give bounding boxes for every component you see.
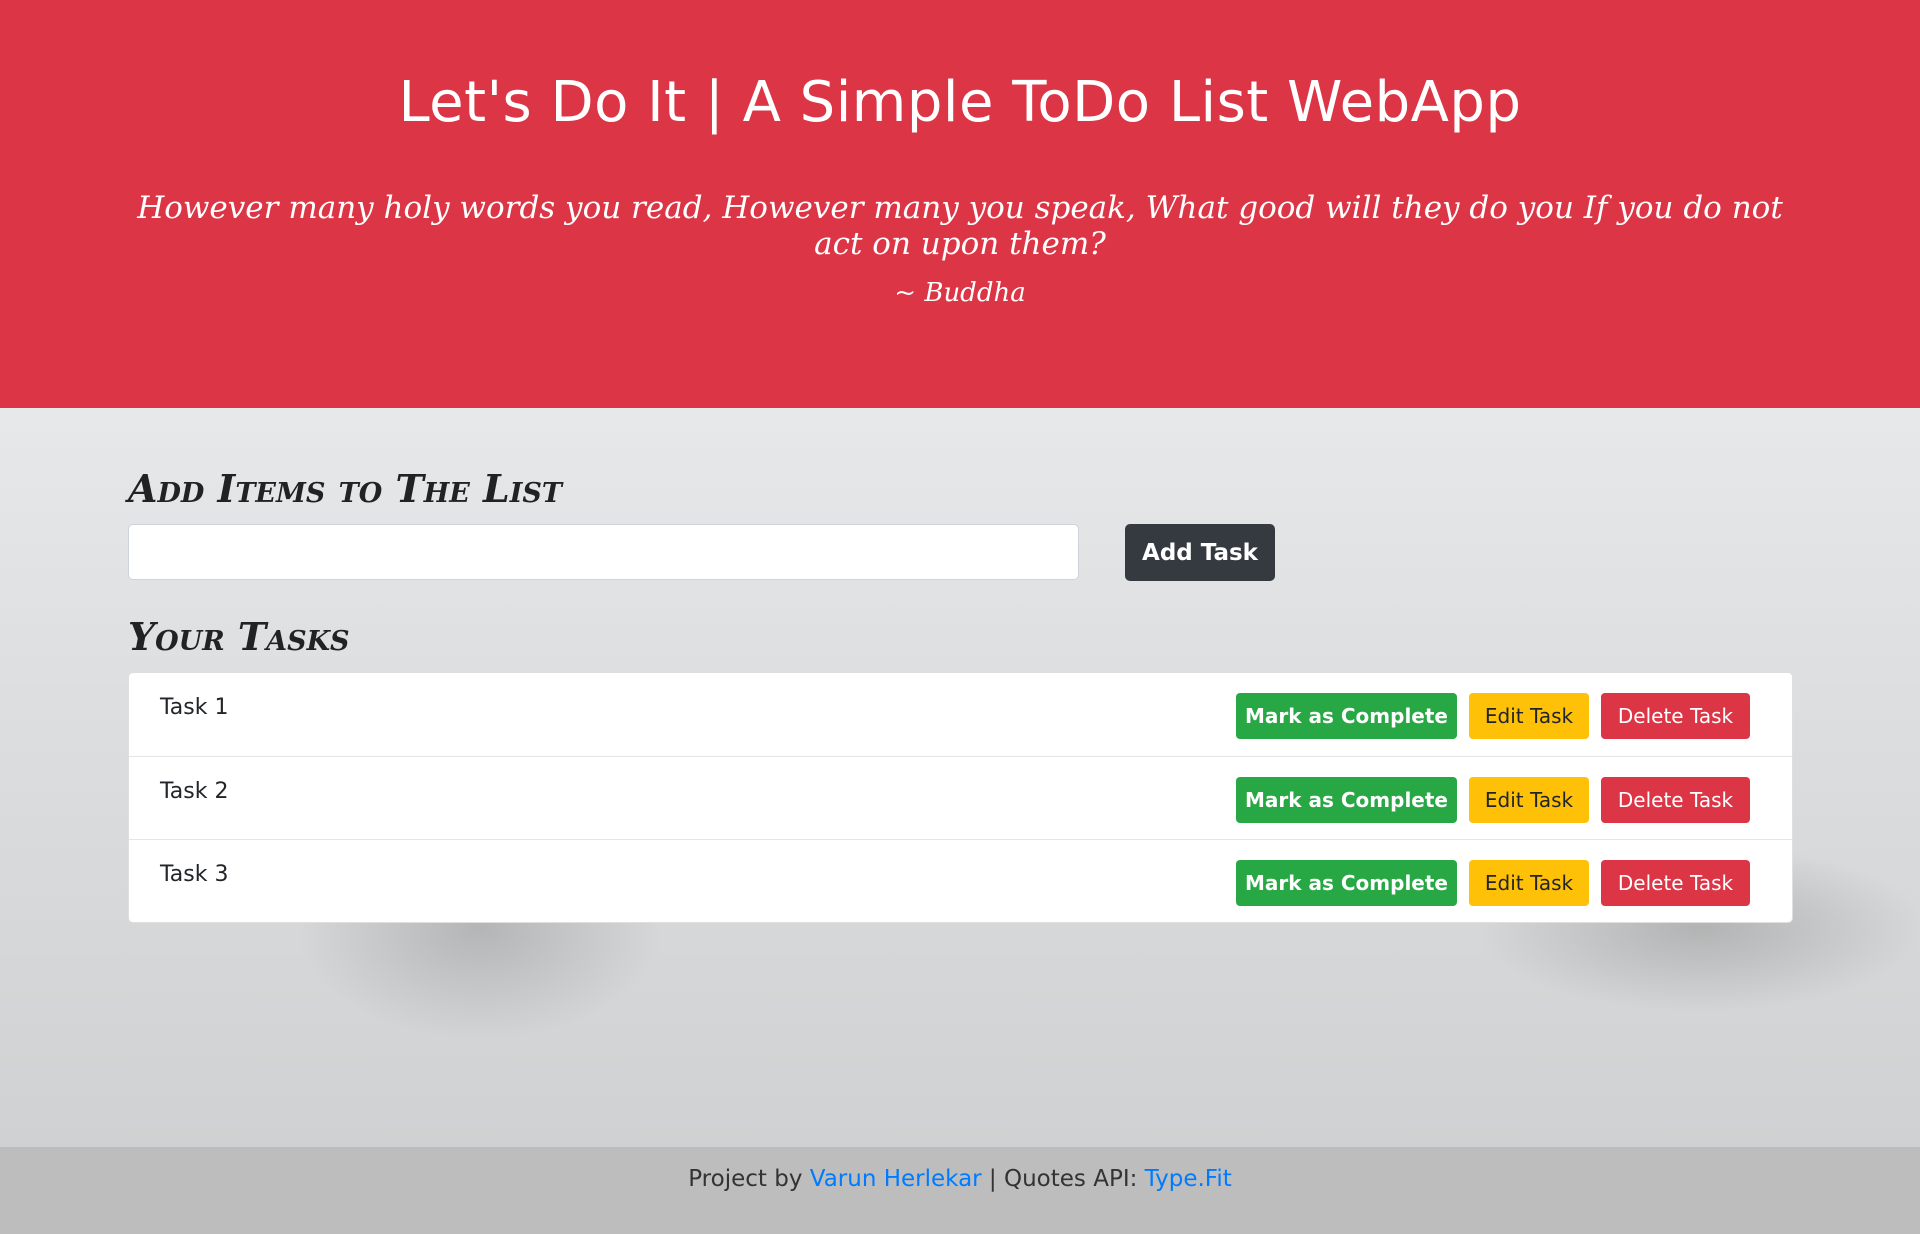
mark-complete-button[interactable]: Mark as Complete — [1236, 693, 1457, 739]
edit-task-button[interactable]: Edit Task — [1469, 777, 1589, 823]
mark-complete-button[interactable]: Mark as Complete — [1236, 860, 1457, 906]
task-row: Task 2 Mark as Complete Edit Task Delete… — [129, 756, 1792, 839]
task-label: Task 2 — [160, 779, 229, 804]
edit-task-button[interactable]: Edit Task — [1469, 860, 1589, 906]
footer-separator: | Quotes API: — [981, 1166, 1145, 1192]
author-link[interactable]: Varun Herlekar — [810, 1166, 982, 1192]
footer-prefix: Project by — [688, 1166, 810, 1192]
quote-text: However many holy words you read, Howeve… — [137, 190, 1783, 262]
task-label: Task 1 — [160, 695, 229, 720]
task-row: Task 1 Mark as Complete Edit Task Delete… — [129, 673, 1792, 756]
add-items-heading: Add Items to The List — [128, 466, 562, 511]
page-title: Let's Do It | A Simple ToDo List WebApp — [398, 70, 1522, 135]
task-label: Task 3 — [160, 862, 229, 887]
new-task-input[interactable] — [128, 524, 1079, 580]
add-task-button[interactable]: Add Task — [1125, 524, 1275, 581]
api-link[interactable]: Type.Fit — [1145, 1166, 1232, 1192]
delete-task-button[interactable]: Delete Task — [1601, 777, 1750, 823]
your-tasks-heading: Your Tasks — [128, 614, 350, 659]
quote-author: ~ Buddha — [894, 278, 1026, 308]
task-list: Task 1 Mark as Complete Edit Task Delete… — [128, 672, 1793, 923]
delete-task-button[interactable]: Delete Task — [1601, 860, 1750, 906]
delete-task-button[interactable]: Delete Task — [1601, 693, 1750, 739]
mark-complete-button[interactable]: Mark as Complete — [1236, 777, 1457, 823]
header-banner: Let's Do It | A Simple ToDo List WebApp … — [0, 0, 1920, 408]
task-row: Task 3 Mark as Complete Edit Task Delete… — [129, 839, 1792, 922]
edit-task-button[interactable]: Edit Task — [1469, 693, 1589, 739]
footer: Project by Varun Herlekar | Quotes API: … — [0, 1147, 1920, 1234]
